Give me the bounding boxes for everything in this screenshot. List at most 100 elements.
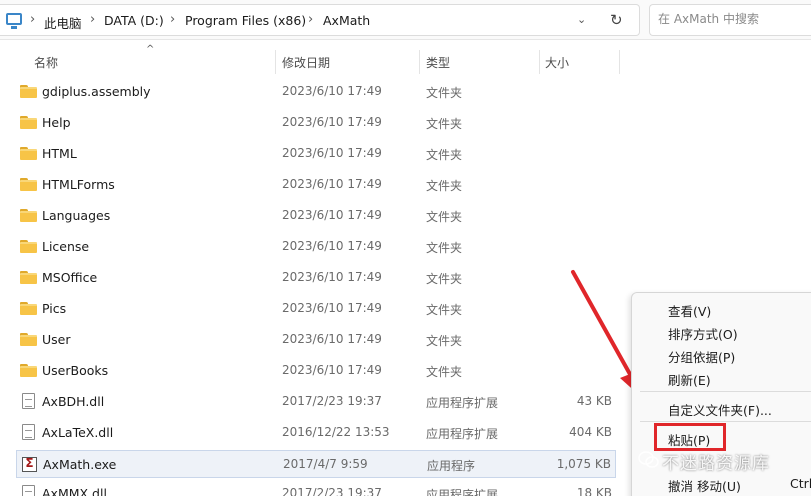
list-item[interactable]: Help 2023/6/10 17:49 文件夹 — [16, 109, 616, 137]
item-date: 2016/12/22 13:53 — [282, 425, 390, 439]
list-item[interactable]: User 2023/6/10 17:49 文件夹 — [16, 326, 616, 354]
item-date: 2023/6/10 17:49 — [282, 177, 382, 191]
list-item[interactable]: UserBooks 2023/6/10 17:49 文件夹 — [16, 357, 616, 385]
breadcrumb-data-drive[interactable]: DATA (D:) — [104, 13, 164, 28]
item-name: HTML — [42, 146, 77, 161]
item-type: 应用程序 — [427, 459, 476, 473]
menu-item-refresh[interactable]: 刷新(E) — [668, 370, 711, 389]
column-type[interactable]: 类型 — [426, 54, 450, 71]
list-item[interactable]: HTML 2023/6/10 17:49 文件夹 — [16, 140, 616, 168]
list-item[interactable]: HTMLForms 2023/6/10 17:49 文件夹 — [16, 171, 616, 199]
menu-separator — [640, 421, 811, 422]
list-item[interactable]: Languages 2023/6/10 17:49 文件夹 — [16, 202, 616, 230]
menu-item-undo-move[interactable]: 撤消 移动(U) — [668, 476, 741, 495]
sort-ascending-icon: ^ — [146, 44, 155, 55]
breadcrumb-axmath[interactable]: AxMath — [323, 13, 370, 28]
column-divider[interactable] — [539, 50, 540, 74]
axmath-exe-icon: Σ — [22, 456, 37, 472]
item-date: 2023/6/10 17:49 — [282, 332, 382, 346]
dll-file-icon — [22, 485, 35, 496]
folder-icon — [20, 302, 37, 315]
chevron-right-icon[interactable]: › — [170, 12, 175, 27]
list-item[interactable]: AxBDH.dll 2017/2/23 19:37 应用程序扩展 43 KB — [16, 388, 616, 416]
list-item[interactable]: AxLaTeX.dll 2016/12/22 13:53 应用程序扩展 404 … — [16, 419, 616, 447]
list-item[interactable]: Pics 2023/6/10 17:49 文件夹 — [16, 295, 616, 323]
column-date-modified[interactable]: 修改日期 — [282, 54, 330, 71]
item-type: 文件夹 — [426, 365, 463, 379]
item-date: 2017/2/23 19:37 — [282, 394, 382, 408]
list-item[interactable]: License 2023/6/10 17:49 文件夹 — [16, 233, 616, 261]
list-item[interactable]: MSOffice 2023/6/10 17:49 文件夹 — [16, 264, 616, 292]
list-item[interactable]: AxMMX.dll 2017/2/23 19:37 应用程序扩展 18 KB — [16, 480, 616, 496]
watermark-text: 不迷路资源库 — [662, 454, 770, 474]
item-size: 18 KB — [576, 486, 612, 496]
refresh-icon[interactable]: ↻ — [610, 11, 623, 29]
menu-item-view[interactable]: 查看(V) — [668, 301, 711, 320]
folder-icon — [20, 147, 37, 160]
item-size: 1,075 KB — [556, 457, 611, 471]
item-date: 2023/6/10 17:49 — [282, 270, 382, 284]
item-name: AxMath.exe — [43, 457, 117, 472]
folder-icon — [20, 178, 37, 191]
list-item-selected[interactable]: Σ AxMath.exe 2017/4/7 9:59 应用程序 1,075 KB — [16, 450, 616, 478]
item-date: 2017/4/7 9:59 — [283, 457, 368, 471]
dll-file-icon — [22, 424, 35, 440]
column-size[interactable]: 大小 — [545, 54, 569, 71]
folder-icon — [20, 271, 37, 284]
item-type: 应用程序扩展 — [426, 488, 499, 496]
item-type: 文件夹 — [426, 86, 463, 100]
item-name: License — [42, 239, 90, 254]
item-date: 2023/6/10 17:49 — [282, 146, 382, 160]
column-divider[interactable] — [619, 50, 620, 74]
chevron-right-icon[interactable]: › — [90, 12, 95, 27]
menu-item-sort-by[interactable]: 排序方式(O) — [668, 324, 738, 343]
folder-icon — [20, 240, 37, 253]
menu-item-group-by[interactable]: 分组依据(P) — [668, 347, 735, 366]
item-type: 文件夹 — [426, 303, 463, 317]
item-type: 文件夹 — [426, 210, 463, 224]
item-type: 文件夹 — [426, 117, 463, 131]
item-name: MSOffice — [42, 270, 98, 285]
item-name: gdiplus.assembly — [42, 84, 151, 99]
item-type: 应用程序扩展 — [426, 427, 499, 441]
menu-item-customize-folder[interactable]: 自定义文件夹(F)... — [668, 400, 772, 419]
item-type: 文件夹 — [426, 272, 463, 286]
breadcrumb-this-pc[interactable]: 此电脑 — [44, 13, 82, 32]
column-divider[interactable] — [275, 50, 276, 74]
folder-icon — [20, 209, 37, 222]
menu-separator — [640, 391, 811, 392]
list-item[interactable]: gdiplus.assembly 2023/6/10 17:49 文件夹 — [16, 78, 616, 106]
address-bar[interactable]: › 此电脑 › DATA (D:) › Program Files (x86) … — [0, 4, 640, 36]
dll-file-icon — [22, 393, 35, 409]
undo-shortcut: Ctrl — [790, 476, 811, 491]
column-name[interactable]: 名称 — [34, 54, 58, 71]
item-name: Languages — [42, 208, 111, 223]
item-date: 2017/2/23 19:37 — [282, 486, 382, 496]
item-name: HTMLForms — [42, 177, 115, 192]
item-size: 43 KB — [576, 394, 612, 408]
search-box[interactable] — [649, 4, 811, 36]
item-date: 2023/6/10 17:49 — [282, 208, 382, 222]
chevron-right-icon[interactable]: › — [308, 12, 313, 27]
search-input[interactable] — [658, 12, 808, 26]
item-date: 2023/6/10 17:49 — [282, 239, 382, 253]
breadcrumb-program-files[interactable]: Program Files (x86) — [185, 13, 306, 28]
item-name: AxMMX.dll — [42, 486, 107, 496]
folder-icon — [20, 116, 37, 129]
menu-item-paste[interactable]: 粘贴(P) — [668, 430, 710, 449]
item-date: 2023/6/10 17:49 — [282, 84, 382, 98]
item-name: AxBDH.dll — [42, 394, 105, 409]
item-name: Help — [42, 115, 71, 130]
watermark: 不迷路资源库 — [636, 448, 811, 476]
item-type: 文件夹 — [426, 148, 463, 162]
item-name: AxLaTeX.dll — [42, 425, 114, 440]
folder-icon — [20, 364, 37, 377]
item-name: UserBooks — [42, 363, 109, 378]
item-date: 2023/6/10 17:49 — [282, 115, 382, 129]
chevron-right-icon: › — [30, 12, 36, 27]
chevron-down-icon[interactable]: ⌄ — [577, 13, 586, 26]
column-divider[interactable] — [419, 50, 420, 74]
item-name: Pics — [42, 301, 67, 316]
item-type: 文件夹 — [426, 241, 463, 255]
item-type: 文件夹 — [426, 334, 463, 348]
